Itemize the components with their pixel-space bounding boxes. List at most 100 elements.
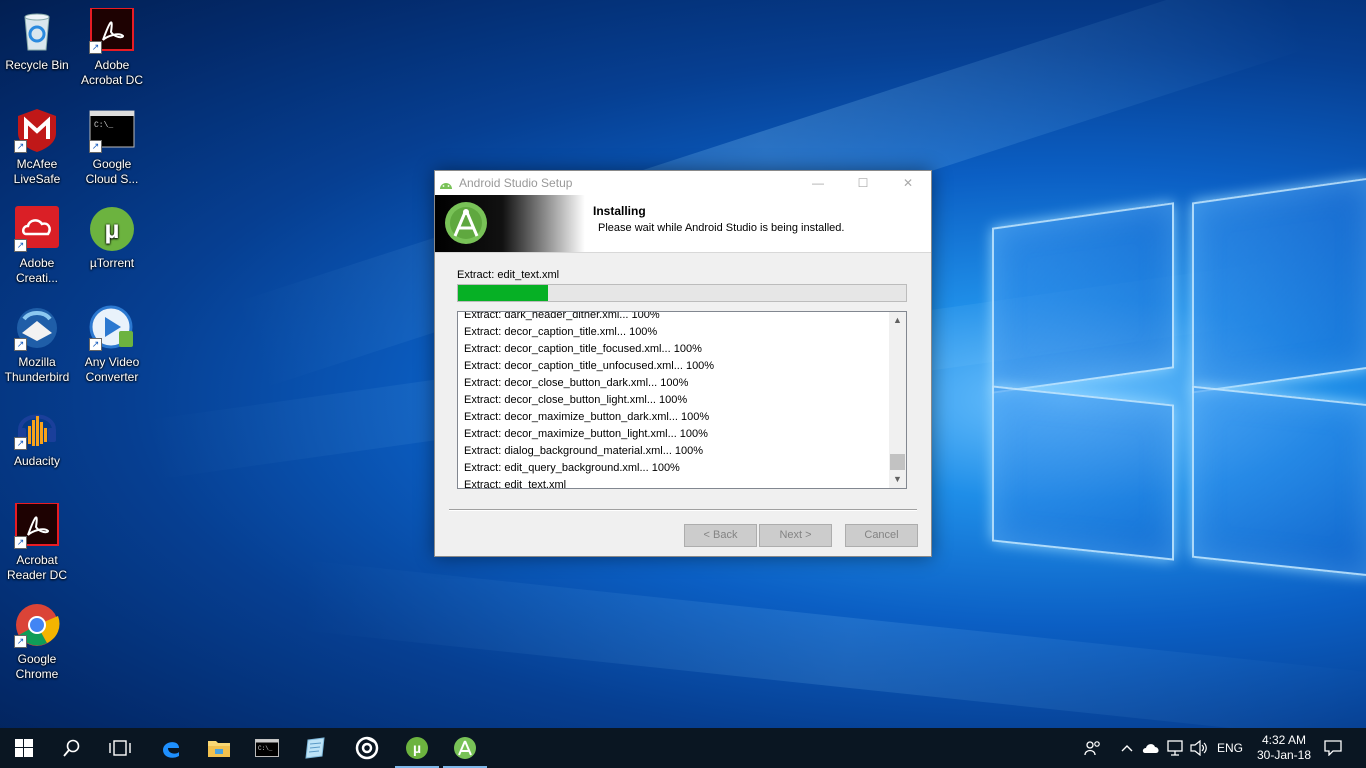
desktop-icon-label: Google Chrome — [15, 652, 59, 681]
file-explorer-icon[interactable] — [195, 728, 243, 768]
svg-text:C:\_: C:\_ — [94, 121, 113, 130]
shortcut-arrow-icon: ↗ — [14, 338, 27, 351]
next-button[interactable]: Next > — [759, 524, 832, 547]
android-icon — [439, 177, 453, 189]
current-extract-label: Extract: edit_text.xml — [457, 269, 560, 281]
language-indicator[interactable]: ENG — [1214, 728, 1246, 768]
desktop-icon-label: Adobe Creati... — [15, 256, 58, 285]
wallpaper-beam — [296, 560, 1366, 745]
header-subtitle: Please wait while Android Studio is bein… — [598, 222, 845, 234]
dialog-header: Installing Please wait while Android Stu… — [435, 195, 931, 253]
desktop-icon-label: McAfee LiveSafe — [13, 157, 61, 186]
cmd-icon[interactable]: C:\_ — [243, 728, 291, 768]
svg-text:µ: µ — [413, 740, 421, 756]
shortcut-arrow-icon: ↗ — [89, 338, 102, 351]
acrobat-icon: ↗ — [89, 7, 135, 54]
desktop-icon-google-chrome[interactable]: ↗ Google Chrome — [0, 602, 74, 682]
back-button[interactable]: < Back — [684, 524, 757, 547]
header-title: Installing — [593, 204, 646, 218]
utorrent-icon: µ — [89, 206, 135, 252]
search-icon[interactable] — [48, 728, 96, 768]
log-scrollbar[interactable]: ▲ ▼ — [889, 312, 906, 488]
desktop-icon-audacity[interactable]: ↗ Audacity — [0, 404, 74, 469]
chevron-up-icon[interactable] — [1116, 728, 1138, 768]
recycle-bin-icon — [14, 8, 60, 54]
desktop-icon-label: Mozilla Thunderbird — [4, 355, 70, 384]
svg-text:C:\_: C:\_ — [258, 745, 273, 752]
install-progress-bar — [457, 284, 907, 302]
edge-icon[interactable] — [147, 728, 195, 768]
progress-fill — [458, 285, 548, 301]
scroll-thumb[interactable] — [890, 454, 905, 470]
notes-icon[interactable] — [291, 728, 339, 768]
log-line: Extract: edit_query_background.xml... 10… — [464, 462, 680, 474]
desktop-icon-utorrent[interactable]: µ µTorrent — [75, 206, 149, 271]
thunderbird-icon: ↗ — [14, 305, 60, 351]
shortcut-arrow-icon: ↗ — [14, 437, 27, 450]
svg-text:µ: µ — [105, 214, 120, 244]
clock-date: 30-Jan-18 — [1256, 748, 1312, 762]
log-line: Extract: decor_close_button_dark.xml... … — [464, 377, 689, 389]
android-studio-logo-icon — [445, 202, 487, 244]
desktop-icon-label: Adobe Acrobat DC — [80, 58, 144, 87]
log-line: Extract: decor_close_button_light.xml...… — [464, 394, 688, 406]
log-line: Extract: decor_maximize_button_light.xml… — [464, 428, 708, 440]
desktop-icon-mozilla-thunderbird[interactable]: ↗ Mozilla Thunderbird — [0, 305, 74, 385]
desktop-icon-adobe-acrobat-dc[interactable]: ↗ Adobe Acrobat DC — [75, 7, 149, 88]
shortcut-arrow-icon: ↗ — [14, 239, 27, 252]
cancel-button[interactable]: Cancel — [845, 524, 918, 547]
header-banner — [435, 195, 585, 252]
log-line: Extract: decor_caption_title_focused.xml… — [464, 343, 702, 355]
desktop-icon-any-video-converter[interactable]: ↗ Any Video Converter — [75, 305, 149, 385]
log-line: Extract: dark_header_dither.xml... 100% — [464, 311, 660, 321]
desktop-icon-label: Recycle Bin — [5, 58, 69, 72]
audacity-icon: ↗ — [14, 404, 60, 450]
action-center-icon[interactable] — [1320, 728, 1346, 768]
shortcut-arrow-icon: ↗ — [14, 140, 27, 153]
groove-icon[interactable] — [343, 728, 391, 768]
desktop-icon-label: Audacity — [13, 454, 61, 468]
shortcut-arrow-icon: ↗ — [14, 635, 27, 648]
setup-dialog: Android Studio Setup — ☐ ✕ Installing Pl… — [434, 170, 932, 557]
log-line: Extract: decor_caption_title.xml... 100% — [464, 326, 658, 338]
dialog-separator — [449, 509, 917, 511]
chrome-icon: ↗ — [14, 602, 60, 648]
install-log[interactable]: Extract: dark_header_dither.xml... 100% E… — [457, 311, 907, 489]
start-icon[interactable] — [0, 728, 48, 768]
desktop-icon-recycle-bin[interactable]: Recycle Bin — [0, 8, 74, 73]
desktop-icon-label: µTorrent — [89, 256, 135, 270]
log-line: Extract: decor_caption_title_unfocused.x… — [464, 360, 715, 372]
clock-time: 4:32 AM — [1261, 733, 1307, 747]
acrobat-reader-icon: ↗ — [14, 502, 60, 549]
terminal-icon: C:\_ ↗ — [89, 107, 135, 153]
task-view-icon[interactable] — [96, 728, 144, 768]
desktop-icon-label: Any Video Converter — [84, 355, 140, 384]
dialog-title: Android Studio Setup — [459, 176, 573, 190]
desktop-icon-adobe-creative-cloud[interactable]: ↗ Adobe Creati... — [0, 206, 74, 286]
shortcut-arrow-icon: ↗ — [89, 41, 102, 54]
mcafee-icon: ↗ — [14, 107, 60, 153]
shortcut-arrow-icon: ↗ — [14, 536, 27, 549]
desktop-icon-google-cloud-sdk[interactable]: C:\_ ↗ Google Cloud S... — [75, 107, 149, 187]
dialog-titlebar[interactable]: Android Studio Setup — ☐ ✕ — [435, 171, 931, 195]
desktop-icon-label: Google Cloud S... — [85, 157, 139, 186]
close-button[interactable]: ✕ — [893, 173, 923, 193]
video-converter-icon: ↗ — [89, 305, 135, 351]
network-icon[interactable] — [1164, 728, 1186, 768]
volume-icon[interactable] — [1188, 728, 1210, 768]
log-lines: Extract: dark_header_dither.xml... 100% E… — [464, 311, 884, 489]
log-line: Extract: decor_maximize_button_dark.xml.… — [464, 411, 710, 423]
desktop-icon-label: Acrobat Reader DC — [6, 553, 68, 582]
utorrent-taskbar-icon[interactable]: µ — [393, 728, 441, 768]
minimize-button[interactable]: — — [803, 173, 833, 193]
maximize-button[interactable]: ☐ — [848, 173, 878, 193]
people-icon[interactable] — [1080, 728, 1106, 768]
onedrive-icon[interactable] — [1140, 728, 1162, 768]
desktop-icon-acrobat-reader-dc[interactable]: ↗ Acrobat Reader DC — [0, 502, 74, 583]
scroll-down-icon[interactable]: ▼ — [889, 471, 906, 488]
clock[interactable]: 4:32 AM 30-Jan-18 — [1250, 728, 1318, 768]
scroll-up-icon[interactable]: ▲ — [889, 312, 906, 329]
android-studio-taskbar-icon[interactable] — [441, 728, 489, 768]
desktop-icon-mcafee-livesafe[interactable]: ↗ McAfee LiveSafe — [0, 107, 74, 187]
log-line: Extract: edit_text.xml — [464, 479, 567, 489]
